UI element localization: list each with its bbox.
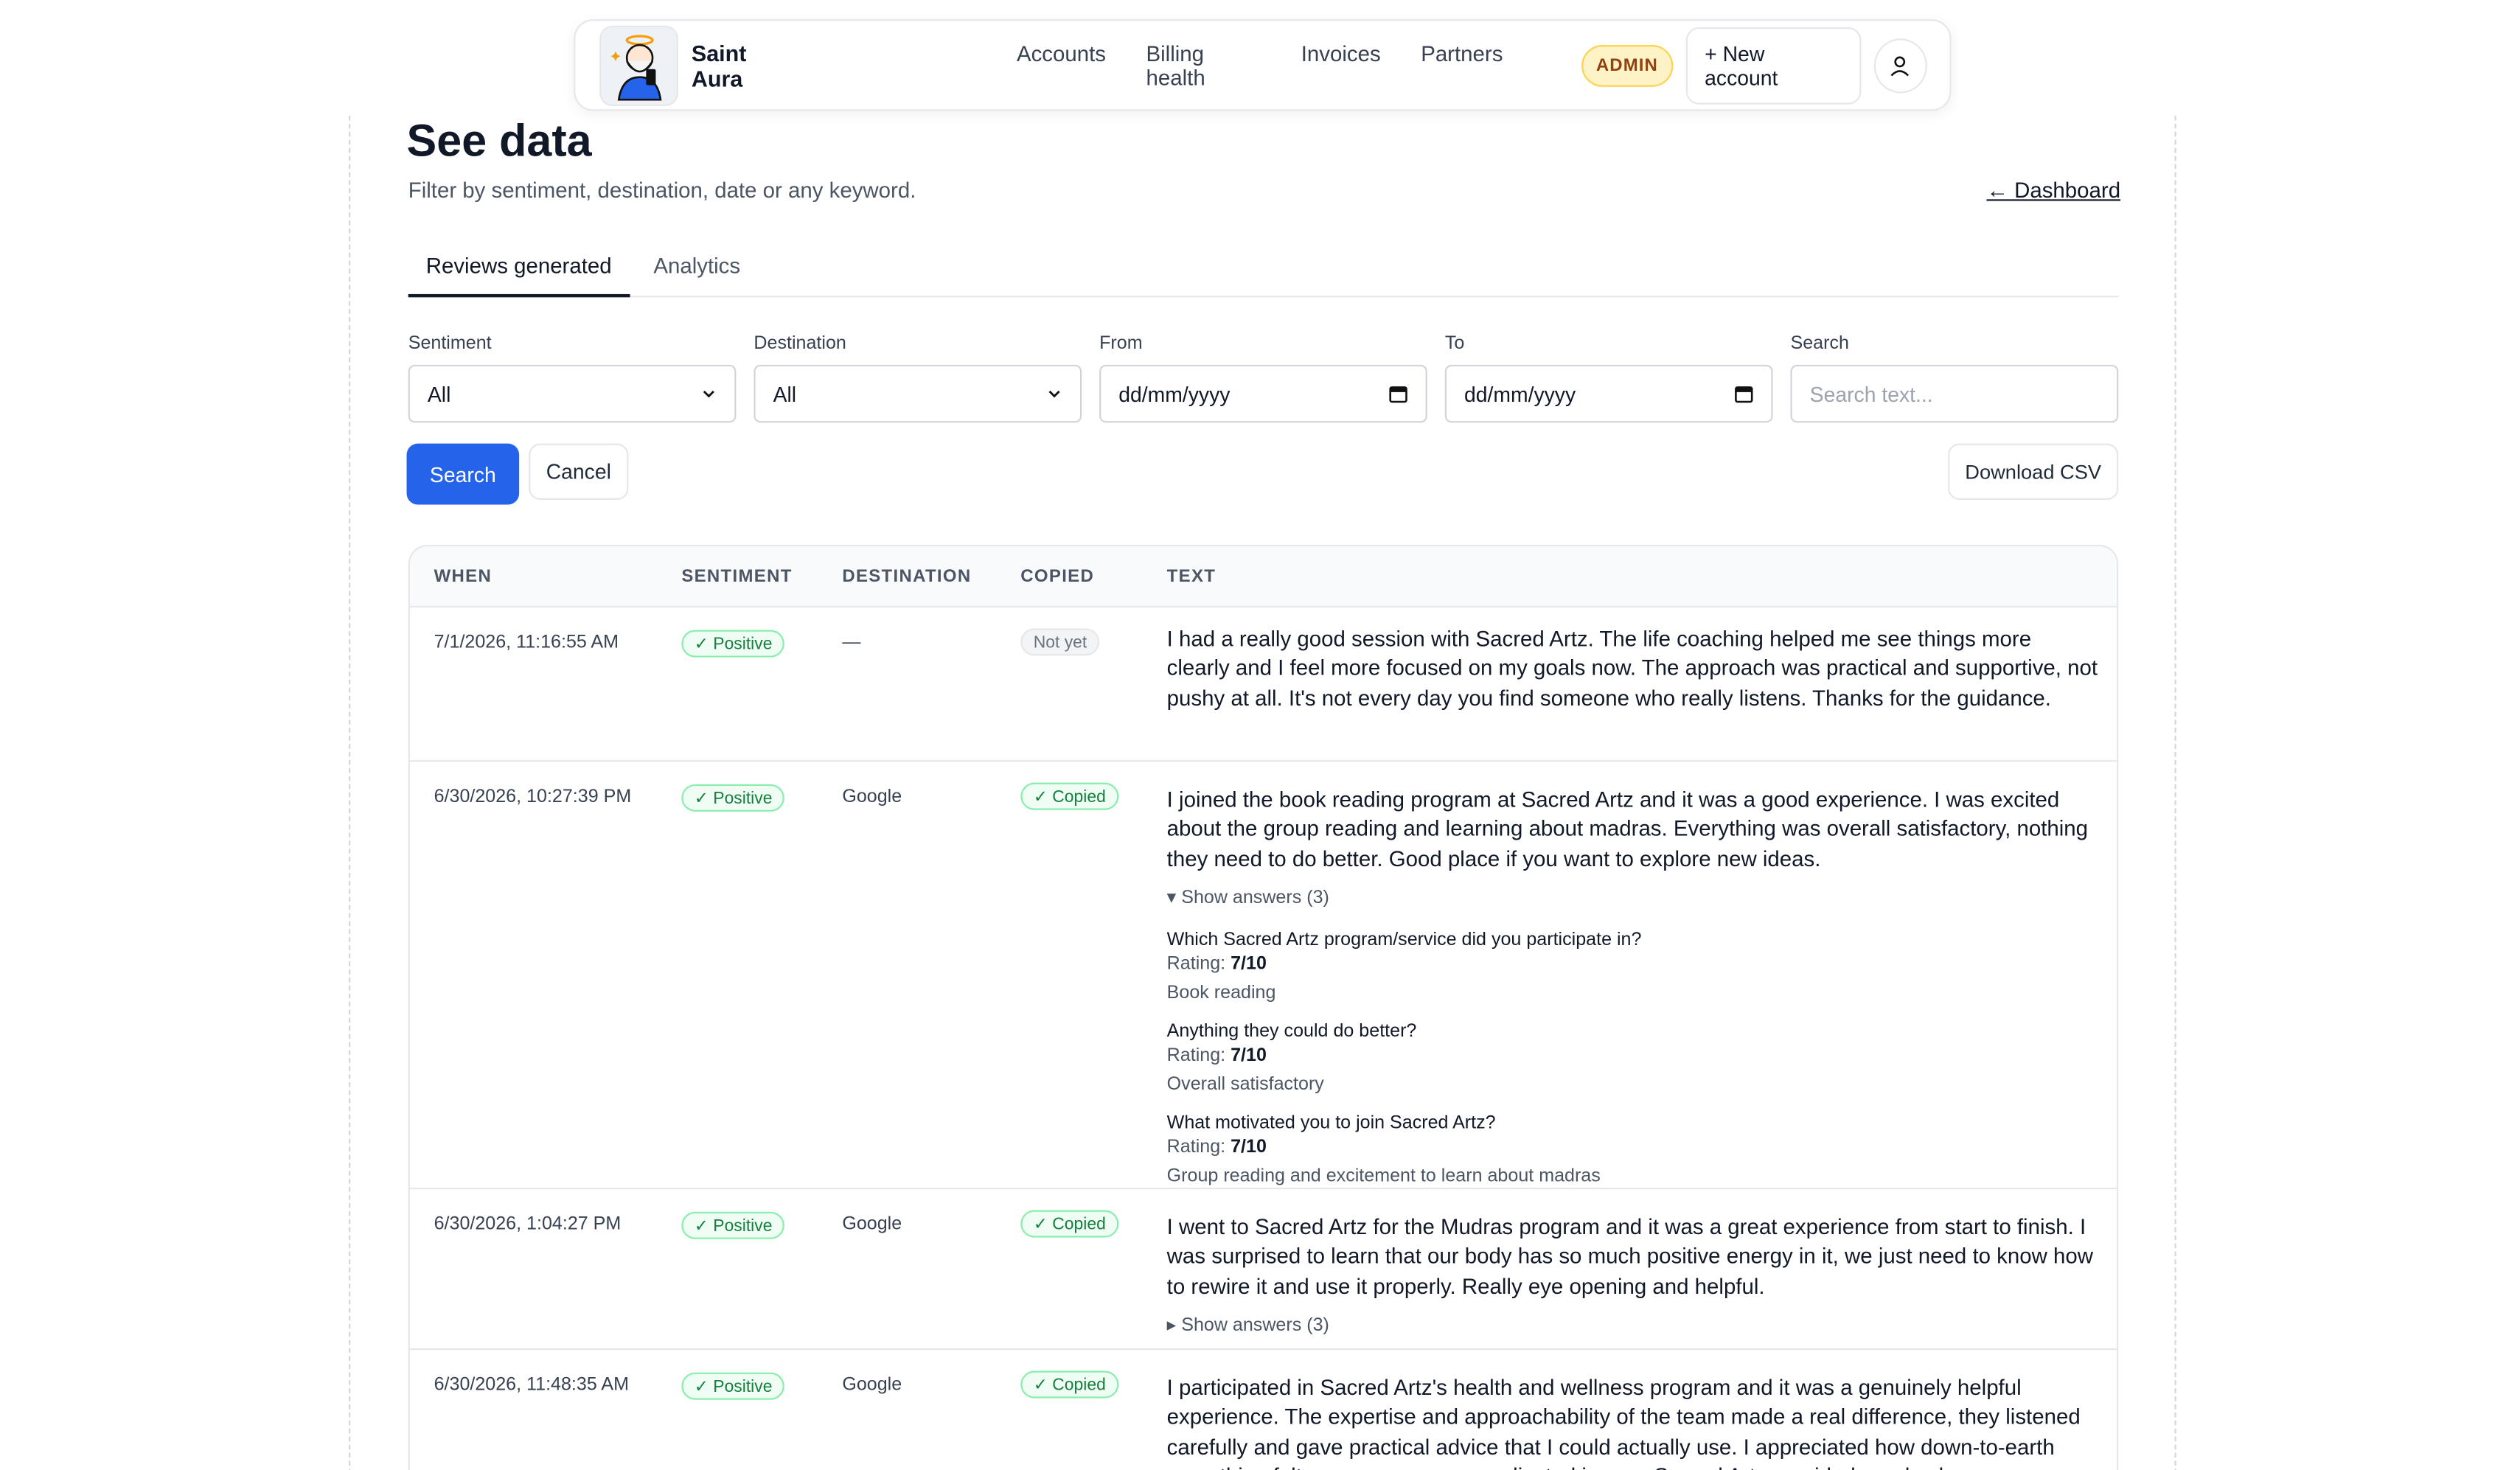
answer-question: Which Sacred Artz program/service did yo… xyxy=(1166,930,1642,950)
copied-badge: Not yet xyxy=(1020,628,1100,656)
nav-accounts[interactable]: Accounts xyxy=(1017,41,1106,89)
table-row[interactable]: 7/1/2026, 11:16:55 AM ✓ Positive — Not y… xyxy=(409,605,2117,760)
search-label: Search xyxy=(1790,334,1849,354)
from-filter: From dd/mm/yyyy xyxy=(1099,334,1427,423)
row-when: 6/30/2026, 1:04:27 PM xyxy=(434,1215,622,1235)
col-copied[interactable]: COPIED xyxy=(1020,568,1094,587)
nav-partners[interactable]: Partners xyxy=(1421,41,1503,89)
row-destination: — xyxy=(842,633,861,653)
search-button[interactable]: Search xyxy=(406,443,520,505)
review-text: I joined the book reading program at Sac… xyxy=(1166,787,2089,871)
brand-logo[interactable] xyxy=(599,24,679,105)
answer-item: Which Sacred Artz program/service did yo… xyxy=(1167,928,2099,1006)
review-text: I had a really good session with Sacred … xyxy=(1166,627,2098,711)
review-text-block: I joined the book reading program at Sac… xyxy=(1167,786,2099,1188)
to-date-input[interactable]: dd/mm/yyyy xyxy=(1444,364,1773,423)
row-destination: Google xyxy=(842,1215,902,1235)
destination-select[interactable]: All xyxy=(753,364,1082,423)
new-account-button[interactable]: + New account xyxy=(1685,26,1861,104)
answer-rating: Rating: 7/10 xyxy=(1166,1137,1267,1157)
page-subtitle: Filter by sentiment, destination, date o… xyxy=(408,178,916,203)
show-answers-toggle[interactable]: ▾ Show answers (3) xyxy=(1167,884,2099,913)
answer-item: What motivated you to join Sacred Artz? … xyxy=(1167,1112,2099,1189)
show-answers-toggle[interactable]: ▸ Show answers (3) xyxy=(1167,1311,2099,1341)
search-placeholder: Search text... xyxy=(1809,381,1933,406)
answer-text: Overall satisfactory xyxy=(1166,1074,1324,1094)
col-sentiment[interactable]: SENTIMENT xyxy=(681,568,792,587)
sentiment-label: Sentiment xyxy=(408,334,492,354)
answer-rating-value: 7/10 xyxy=(1231,1137,1267,1157)
chevron-down-icon xyxy=(703,390,714,398)
answer-question: What motivated you to join Sacred Artz? xyxy=(1166,1112,1496,1133)
table-row[interactable]: 6/30/2026, 11:48:35 AM ✓ Positive Google… xyxy=(409,1348,2117,1470)
chevron-down-icon xyxy=(1048,390,1060,398)
row-when: 6/30/2026, 10:27:39 PM xyxy=(434,787,632,807)
table-header: WHEN SENTIMENT DESTINATION COPIED TEXT xyxy=(409,546,2117,606)
answer-text: Book reading xyxy=(1166,983,1276,1003)
row-when: 7/1/2026, 11:16:55 AM xyxy=(434,633,619,653)
sentiment-filter: Sentiment All xyxy=(408,334,737,423)
main-nav: Accounts Billing health Invoices Partner… xyxy=(1017,41,1503,89)
destination-value: All xyxy=(773,381,797,406)
answer-question: Anything they could do better? xyxy=(1166,1021,1417,1041)
saint-avatar-icon xyxy=(610,34,661,100)
nav-invoices[interactable]: Invoices xyxy=(1301,41,1381,89)
row-when: 6/30/2026, 11:48:35 AM xyxy=(434,1376,629,1396)
sentiment-value: All xyxy=(427,381,451,406)
copied-badge: ✓ Copied xyxy=(1020,782,1119,810)
answer-text: Group reading and excitement to learn ab… xyxy=(1166,1166,1601,1186)
top-navbar: Saint Aura Accounts Billing health Invoi… xyxy=(574,19,1952,111)
to-label: To xyxy=(1444,334,1465,354)
review-text: I went to Sacred Artz for the Mudras pro… xyxy=(1166,1215,2094,1299)
col-when[interactable]: WHEN xyxy=(434,568,492,587)
from-label: From xyxy=(1099,334,1143,354)
dashboard-link[interactable]: ← Dashboard xyxy=(1986,178,2120,203)
to-date-value: dd/mm/yyyy xyxy=(1463,381,1576,406)
download-csv-button[interactable]: Download CSV xyxy=(1948,443,2119,500)
brand-name[interactable]: Saint Aura xyxy=(692,39,801,91)
review-text-block: I went to Sacred Artz for the Mudras pro… xyxy=(1167,1213,2099,1342)
table-row[interactable]: 6/30/2026, 10:27:39 PM ✓ Positive Google… xyxy=(409,760,2117,1188)
tab-bar: Reviews generated Analytics xyxy=(408,241,2119,298)
nav-billing-health[interactable]: Billing health xyxy=(1146,41,1261,89)
col-text[interactable]: TEXT xyxy=(1167,568,1217,587)
row-destination: Google xyxy=(842,787,902,807)
sentiment-badge: ✓ Positive xyxy=(681,784,785,812)
user-menu-button[interactable] xyxy=(1873,38,1927,93)
copied-badge: ✓ Copied xyxy=(1020,1210,1119,1238)
copied-badge: ✓ Copied xyxy=(1020,1370,1119,1398)
page-title: See data xyxy=(406,115,592,166)
review-text: I participated in Sacred Artz's health a… xyxy=(1166,1376,2081,1470)
col-destination[interactable]: DESTINATION xyxy=(842,568,971,587)
from-date-input[interactable]: dd/mm/yyyy xyxy=(1099,364,1427,423)
destination-label: Destination xyxy=(753,334,846,354)
reviews-table: WHEN SENTIMENT DESTINATION COPIED TEXT 7… xyxy=(408,545,2119,1470)
row-destination: Google xyxy=(842,1376,902,1396)
to-filter: To dd/mm/yyyy xyxy=(1444,334,1773,423)
sentiment-badge: ✓ Positive xyxy=(681,630,785,658)
search-input[interactable]: Search text... xyxy=(1790,364,2119,423)
search-filter: Search Search text... xyxy=(1790,334,2119,423)
sentiment-select[interactable]: All xyxy=(408,364,737,423)
answer-rating-value: 7/10 xyxy=(1231,1045,1267,1065)
answer-rating-value: 7/10 xyxy=(1231,954,1267,974)
destination-filter: Destination All xyxy=(753,334,1082,423)
sentiment-badge: ✓ Positive xyxy=(681,1372,785,1400)
answer-item: Anything they could do better? Rating: 7… xyxy=(1167,1020,2099,1097)
tab-analytics[interactable]: Analytics xyxy=(636,241,758,297)
table-row[interactable]: 6/30/2026, 1:04:27 PM ✓ Positive Google … xyxy=(409,1188,2117,1348)
user-icon xyxy=(1891,55,1910,76)
cancel-button[interactable]: Cancel xyxy=(529,443,629,500)
sentiment-badge: ✓ Positive xyxy=(681,1211,785,1239)
tab-reviews-generated[interactable]: Reviews generated xyxy=(408,241,630,298)
answer-rating: Rating: 7/10 xyxy=(1166,1045,1267,1065)
calendar-icon[interactable] xyxy=(1734,384,1753,403)
answer-rating: Rating: 7/10 xyxy=(1166,954,1267,974)
from-date-value: dd/mm/yyyy xyxy=(1118,381,1231,406)
admin-badge: ADMIN xyxy=(1581,43,1673,86)
calendar-icon[interactable] xyxy=(1389,384,1408,403)
